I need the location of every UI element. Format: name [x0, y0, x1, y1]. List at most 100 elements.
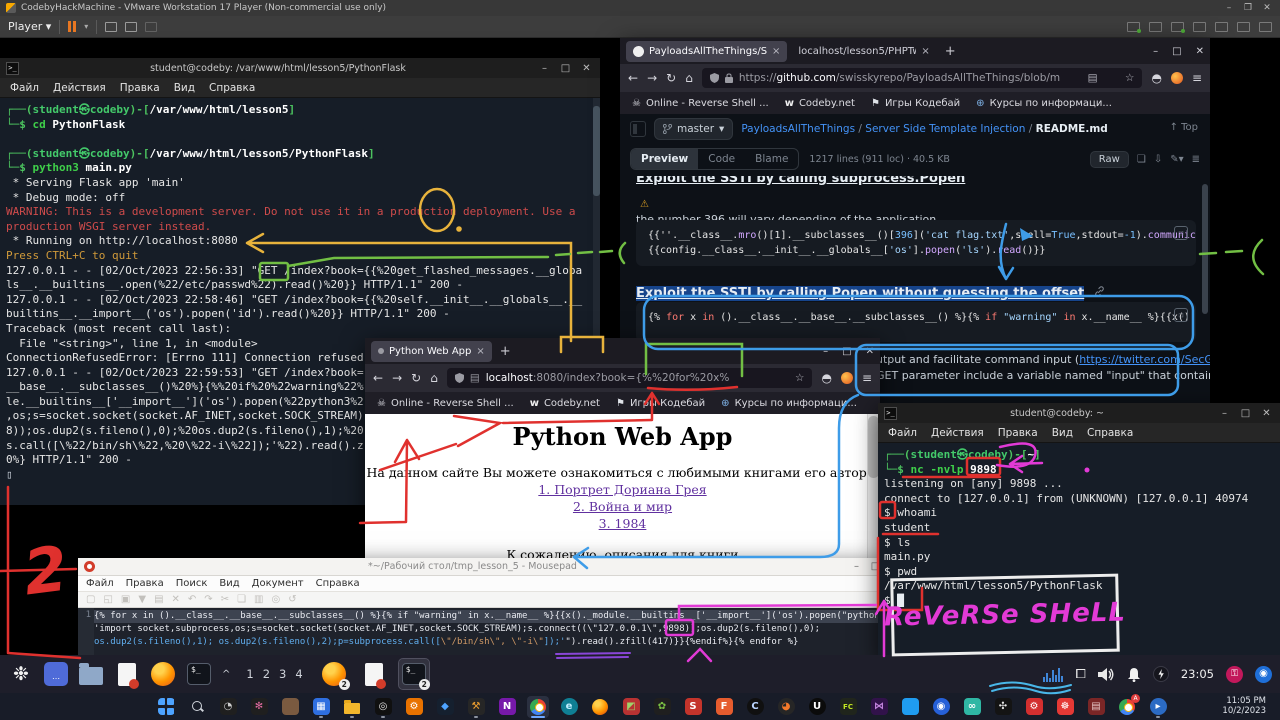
network-status-icon[interactable]	[1237, 22, 1250, 32]
close-button[interactable]: ✕	[579, 63, 594, 74]
system-monitor-graph[interactable]	[1043, 666, 1063, 682]
taskbar-app-icon[interactable]: ◕	[775, 696, 797, 718]
minimize-button[interactable]: –	[823, 346, 828, 357]
taskbar-app-icon[interactable]: ▦	[310, 696, 332, 718]
menu-item[interactable]: Файл	[10, 82, 39, 94]
taskbar-app-icon[interactable]: ⚙	[1023, 696, 1045, 718]
tab-code[interactable]: Code	[698, 149, 745, 169]
menu-item[interactable]: Справка	[316, 578, 360, 589]
hdd-status-icon[interactable]	[1127, 22, 1140, 32]
workspace-number[interactable]: 1	[246, 667, 253, 681]
display-tray-icon[interactable]: ⧠	[1075, 667, 1085, 682]
copy-code-icon[interactable]: ❏	[1174, 308, 1188, 322]
pocket-icon[interactable]: ◓	[821, 371, 831, 385]
menu-item[interactable]: Справка	[209, 82, 255, 94]
toolbar-icon[interactable]: ▢	[86, 594, 95, 605]
windows-clock[interactable]: 11:05 PM 10/2/2023	[1196, 696, 1266, 716]
power-manager-icon[interactable]	[1153, 666, 1169, 682]
toolbar-icon[interactable]: ◱	[103, 594, 112, 605]
taskbar-app-icon[interactable]: ◔	[217, 696, 239, 718]
minimize-button[interactable]: –	[1217, 408, 1232, 419]
back-to-top-link[interactable]: ↑ Top	[1170, 122, 1198, 133]
terminal-nc-titlebar[interactable]: >_ student@codeby: ~ – □ ✕	[878, 403, 1280, 423]
menu-item[interactable]: Действия	[53, 82, 106, 94]
text-editor-launcher-icon[interactable]	[114, 661, 140, 687]
reload-button[interactable]: ↻	[411, 371, 421, 385]
extension-icon[interactable]	[1171, 72, 1183, 84]
reload-button[interactable]: ↻	[666, 71, 676, 85]
back-button[interactable]: ←	[628, 71, 638, 85]
bookmark-item[interactable]: ⊕Курсы по информаци...	[721, 398, 857, 409]
taskbar-app-icon[interactable]: ⚙	[403, 696, 425, 718]
terminal-launcher-icon[interactable]: $_	[186, 661, 212, 687]
taskbar-app-icon[interactable]: ✣	[992, 696, 1014, 718]
outline-icon[interactable]: ≣	[1192, 154, 1200, 165]
taskbar-app-icon[interactable]: ▸	[1147, 696, 1169, 718]
applications-menu-icon[interactable]: ❉	[8, 661, 34, 687]
tab-preview[interactable]: Preview	[631, 149, 698, 169]
workspace-number[interactable]: 2	[263, 667, 270, 681]
vm-clock[interactable]: 23:05	[1181, 667, 1214, 681]
breadcrumb-folder-link[interactable]: Server Side Template Injection	[865, 123, 1025, 135]
branch-selector[interactable]: master ▾	[654, 118, 733, 140]
toolbar-icon[interactable]: ▥	[254, 594, 263, 605]
taskbar-app-icon[interactable]: S	[682, 696, 704, 718]
running-firefox[interactable]: 2	[319, 659, 349, 689]
taskbar-app-icon[interactable]: N	[496, 696, 518, 718]
new-tab-button[interactable]: +	[941, 44, 960, 59]
send-ctrl-alt-del-icon[interactable]	[105, 22, 117, 32]
maximize-button[interactable]: □	[842, 346, 851, 357]
reader-icon[interactable]: ▤	[1088, 72, 1098, 84]
github-scrollbar[interactable]	[1202, 184, 1208, 314]
forward-button[interactable]: →	[392, 371, 402, 385]
toolbar-icon[interactable]: ↷	[204, 594, 212, 605]
menu-icon[interactable]: ≡	[1192, 71, 1202, 85]
player-menu[interactable]: Player ▾	[8, 20, 51, 33]
toolbar-icon[interactable]: ▣	[121, 594, 130, 605]
volume-icon[interactable]	[1098, 667, 1115, 682]
copy-icon[interactable]: ❏	[1137, 154, 1146, 165]
menu-item[interactable]: Справка	[1087, 427, 1133, 439]
taskbar-app-icon[interactable]: ✿	[651, 696, 673, 718]
menu-item[interactable]: Правка	[126, 578, 164, 589]
url-bar[interactable]: https://github.com/swisskyrepo/PayloadsA…	[702, 68, 1143, 88]
maximize-button[interactable]: □	[558, 63, 573, 74]
minimize-button[interactable]: –	[1153, 46, 1158, 57]
bookmark-item[interactable]: wCodeby.net	[785, 98, 855, 109]
display-status-icon[interactable]	[1171, 22, 1184, 32]
back-button[interactable]: ←	[373, 371, 383, 385]
maximize-button[interactable]: □	[1172, 46, 1181, 57]
taskbar-app-icon[interactable]	[589, 696, 611, 718]
menu-item[interactable]: Правка	[120, 82, 160, 94]
taskbar-app-icon[interactable]: A	[1116, 696, 1138, 718]
extension-icon[interactable]	[841, 372, 853, 384]
toolbar-icon[interactable]: ❏	[237, 594, 246, 605]
menu-item[interactable]: Документ	[252, 578, 304, 589]
firefox-launcher-icon[interactable]	[150, 661, 176, 687]
toolbar-icon[interactable]: ▤	[154, 594, 163, 605]
mousepad-titlebar[interactable]: *~/Рабочий стол/tmp_lesson_5 - Mousepad …	[78, 558, 888, 576]
taskbar-app-icon[interactable]: ☸	[1054, 696, 1076, 718]
taskbar-app-icon[interactable]: ⚒	[465, 696, 487, 718]
taskbar-app-icon[interactable]: ◎	[372, 696, 394, 718]
taskbar-app-icon[interactable]	[279, 696, 301, 718]
pocket-icon[interactable]: ◓	[1151, 71, 1161, 85]
mousepad-editor[interactable]: 1 {% for x in ().__class__.__base__.__su…	[78, 608, 888, 660]
new-tab-button[interactable]: +	[496, 344, 515, 359]
vmware-maximize-button[interactable]: ❐	[1241, 3, 1255, 13]
pause-dropdown-icon[interactable]: ▾	[84, 22, 88, 31]
taskbar-app-icon[interactable]: ◩	[620, 696, 642, 718]
terminal-flask-titlebar[interactable]: >_ student@codeby: /var/www/html/lesson5…	[0, 58, 600, 78]
updates-tray-icon[interactable]: ◉	[1255, 666, 1272, 683]
pause-vm-button[interactable]	[68, 21, 76, 32]
book-link[interactable]: 2. Война и мир	[365, 499, 880, 514]
bookmark-item[interactable]: ⚑Игры Кодебай	[871, 98, 960, 109]
close-button[interactable]: ✕	[1259, 408, 1274, 419]
cd-status-icon[interactable]	[1149, 22, 1162, 32]
taskbar-app-icon[interactable]: F	[713, 696, 735, 718]
home-button[interactable]: ⌂	[685, 71, 693, 85]
menu-item[interactable]: Файл	[888, 427, 917, 439]
edit-icon[interactable]: ✎▾	[1170, 154, 1183, 165]
fullscreen-icon[interactable]	[125, 22, 137, 32]
workspace-number[interactable]: 3	[279, 667, 286, 681]
